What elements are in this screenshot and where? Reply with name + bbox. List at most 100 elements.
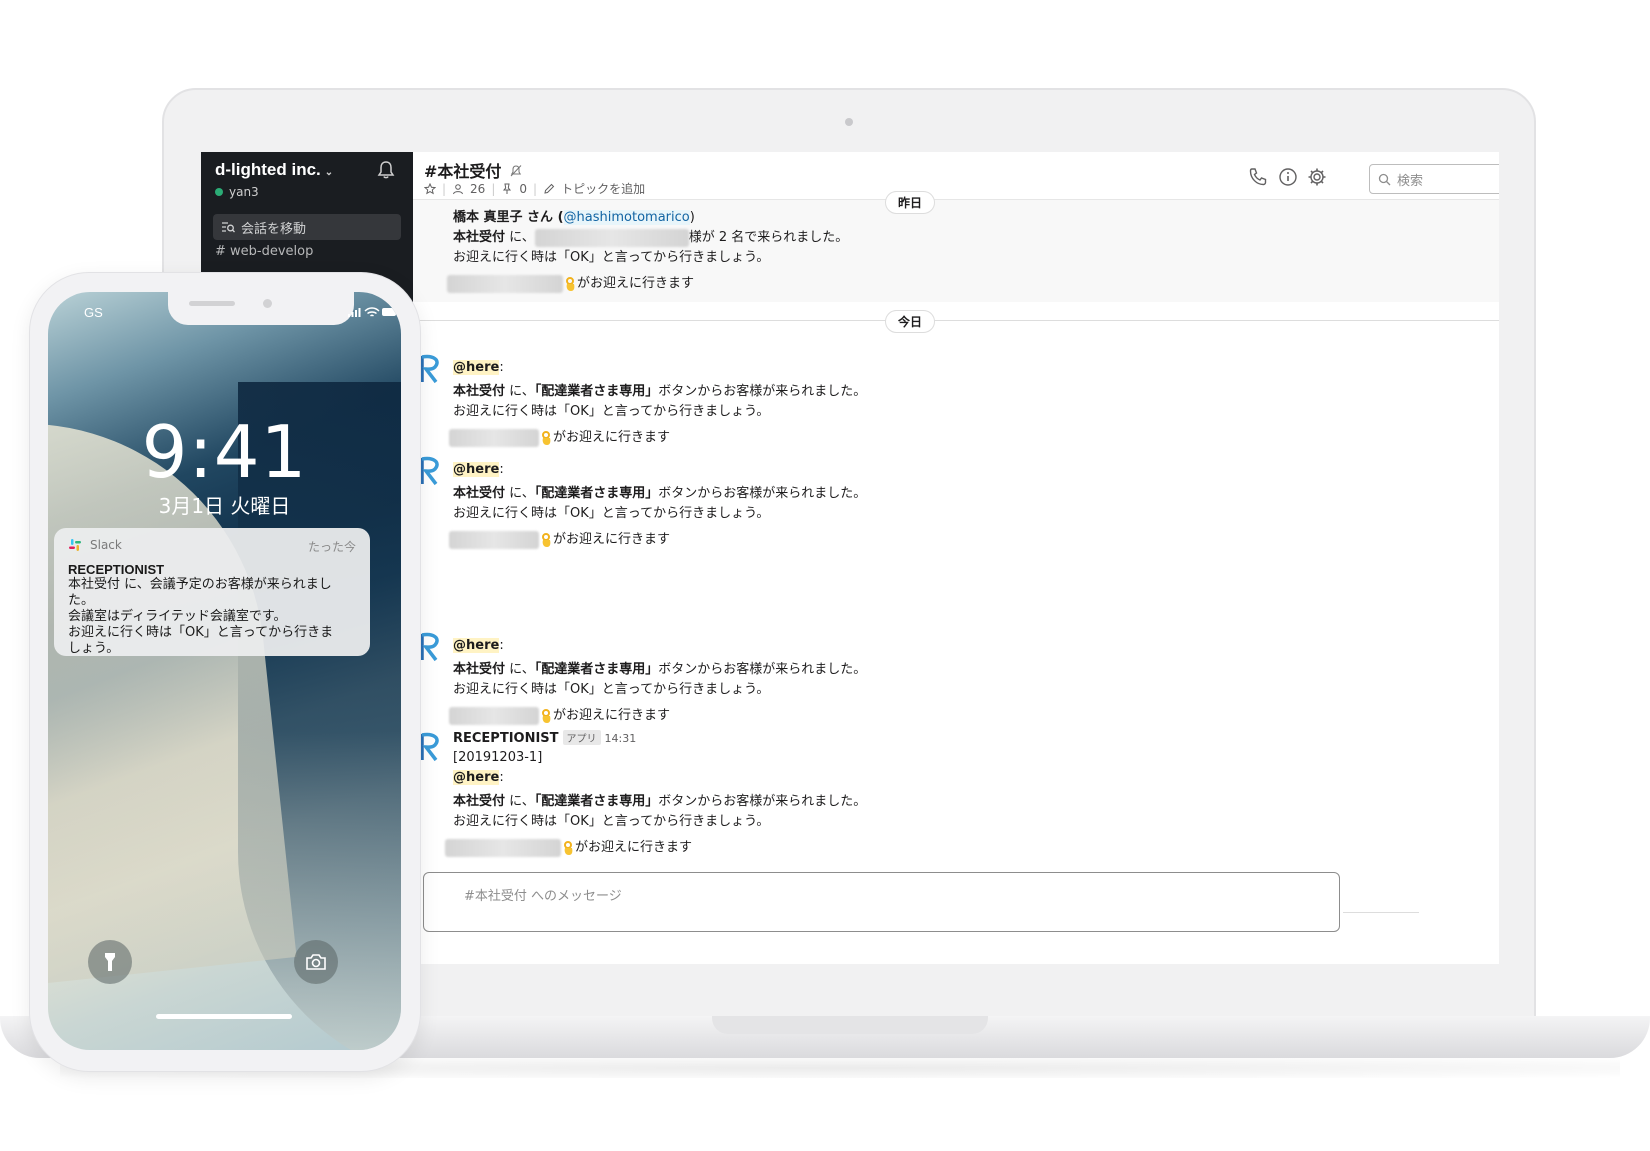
- flashlight-button[interactable]: [88, 940, 132, 984]
- camera-icon: [306, 954, 326, 970]
- redacted-name: [449, 530, 539, 549]
- button-ref: 「配達業者さま専用」: [534, 794, 659, 809]
- ok-hand-icon: [542, 708, 551, 723]
- phone-front-camera: [263, 299, 272, 308]
- text-fragment: :: [499, 360, 504, 375]
- button-ref: 「配達業者さま専用」: [534, 384, 659, 399]
- bell-icon[interactable]: [376, 160, 396, 180]
- workspace-switcher[interactable]: d-lighted inc. ⌄: [215, 160, 333, 180]
- text-fragment: 様が 2 名で来られました。: [688, 230, 849, 245]
- pin-count[interactable]: 0: [519, 182, 527, 196]
- channel-ref: 本社受付: [453, 486, 506, 501]
- message-text-line: 本社受付 に、「配達業者さま専用」ボタンからお客様が来られました。: [453, 790, 866, 809]
- channel-ref: 本社受付: [453, 384, 506, 399]
- jump-icon: [222, 222, 235, 233]
- chevron-down-icon: ⌄: [324, 167, 334, 178]
- info-icon[interactable]: [1277, 166, 1299, 188]
- ok-hand-icon: [542, 532, 551, 547]
- button-ref: 「配達業者さま専用」: [534, 486, 659, 501]
- receptionist-logo-icon[interactable]: [419, 632, 445, 662]
- text-fragment: ボタンからお客様が来られました。: [658, 662, 867, 677]
- channel-title[interactable]: #本社受付: [424, 158, 523, 182]
- day-divider-today[interactable]: 今日: [884, 310, 936, 333]
- message-here-line: @here:: [453, 638, 504, 653]
- reply-line: がお迎えに行きます: [449, 528, 670, 549]
- notification-time: たった今: [307, 540, 356, 554]
- workspace-name: d-lighted inc.: [215, 160, 321, 179]
- reply-line: がお迎えに行きます: [445, 836, 692, 857]
- pin-icon: [503, 183, 512, 194]
- member-count[interactable]: 26: [470, 182, 485, 196]
- text-fragment: ボタンからお客様が来られました。: [658, 794, 867, 809]
- receptionist-logo-icon[interactable]: [419, 456, 445, 486]
- channel-header: #本社受付 | 26 | 0 | トピックを追加 検索: [413, 152, 1499, 200]
- text-fragment: に、: [505, 794, 535, 809]
- here-mention[interactable]: @here: [453, 770, 500, 785]
- message-text-line: 本社受付 に、 様が 2 名で来られました。: [453, 226, 848, 247]
- user-name: yan3: [229, 185, 259, 199]
- carrier-label: GS: [84, 305, 103, 320]
- redacted-name: [449, 706, 539, 725]
- here-mention[interactable]: @here: [453, 462, 500, 477]
- ok-hand-icon: [542, 430, 551, 445]
- slack-logo-icon: [69, 539, 81, 551]
- text-fragment: :: [499, 638, 504, 653]
- gear-icon[interactable]: [1306, 166, 1328, 188]
- text-fragment: ボタンからお客様が来られました。: [658, 384, 867, 399]
- online-status-icon: [215, 188, 223, 196]
- laptop-notch: [712, 1016, 988, 1034]
- message-text-line: 本社受付 に、「配達業者さま専用」ボタンからお客様が来られました。: [453, 658, 866, 677]
- phone-icon[interactable]: [1247, 166, 1269, 188]
- message-mention-line: 橋本 真里子 さん (@hashimotomarico): [453, 206, 695, 225]
- app-badge: アプリ: [562, 730, 601, 745]
- message-text-line: 本社受付 に、「配達業者さま専用」ボタンからお客様が来られました。: [453, 482, 866, 501]
- channel-name: #本社受付: [424, 162, 502, 181]
- add-topic-link[interactable]: トピックを追加: [561, 180, 645, 197]
- camera-button[interactable]: [294, 940, 338, 984]
- notification-body: 本社受付 に、会議予定のお客様が来られました。 会議室はディライテッド会議室です…: [68, 577, 334, 656]
- message-input[interactable]: #本社受付 へのメッセージ: [423, 872, 1340, 932]
- redacted-name: [449, 428, 539, 447]
- message-text-line: お迎えに行く時は「OK」と言ってから行きましょう。: [453, 506, 770, 521]
- lock-date: 3月1日 火曜日: [158, 494, 291, 518]
- text-fragment: :: [499, 462, 504, 477]
- mention-link[interactable]: @hashimotomarico: [563, 210, 690, 225]
- text-fragment: に、: [505, 384, 535, 399]
- lock-screen: GS 9:41 3月1日 火曜日 Slack たった今 RECEPTIONIST…: [48, 292, 401, 1050]
- message-text-line: お迎えに行く時は「OK」と言ってから行きましょう。: [453, 682, 770, 697]
- receptionist-logo-icon[interactable]: [419, 732, 445, 762]
- phone-notch: [168, 292, 354, 325]
- notification-title: RECEPTIONIST: [68, 562, 165, 577]
- jump-to-label: 会話を移動: [241, 221, 307, 237]
- sidebar-item-web-develop[interactable]: # web-develop: [215, 244, 313, 259]
- search-placeholder: 検索: [1397, 173, 1424, 189]
- message-text-line: 本社受付 に、「配達業者さま専用」ボタンからお客様が来られました。: [453, 380, 866, 399]
- here-mention[interactable]: @here: [453, 360, 500, 375]
- here-mention[interactable]: @here: [453, 638, 500, 653]
- ok-hand-icon: [564, 840, 573, 855]
- reply-line: がお迎えに行きます: [447, 272, 694, 293]
- notification-card[interactable]: Slack たった今 RECEPTIONIST 本社受付 に、会議予定のお客様が…: [54, 528, 370, 656]
- channel-ref: 本社受付: [453, 230, 506, 245]
- message-list: 昨日 橋本 真里子 さん (@hashimotomarico) 本社受付 に、 様…: [413, 191, 1499, 910]
- sender-name[interactable]: RECEPTIONIST: [453, 731, 559, 746]
- message-text-line: お迎えに行く時は「OK」と言ってから行きましょう。: [453, 404, 770, 419]
- composer-edge: [1343, 912, 1419, 942]
- search-icon: [1378, 173, 1391, 185]
- reply-text: がお迎えに行きます: [575, 840, 693, 855]
- message-here-line: @here:: [453, 462, 504, 477]
- home-indicator[interactable]: [156, 1014, 292, 1019]
- message-text-line: お迎えに行く時は「OK」と言ってから行きましょう。: [453, 250, 770, 265]
- receptionist-logo-icon[interactable]: [419, 354, 445, 384]
- reply-text: がお迎えに行きます: [553, 708, 671, 723]
- channel-meta: | 26 | 0 | トピックを追加: [424, 180, 645, 197]
- text-fragment: :: [499, 770, 504, 785]
- message-time[interactable]: 14:31: [605, 732, 637, 745]
- star-icon[interactable]: [424, 182, 436, 195]
- day-divider-yesterday[interactable]: 昨日: [884, 191, 936, 214]
- channel-ref: 本社受付: [453, 662, 506, 677]
- current-user[interactable]: yan3: [215, 185, 259, 199]
- jump-to-button[interactable]: 会話を移動: [213, 214, 401, 240]
- person-icon: [453, 183, 464, 194]
- search-input[interactable]: 検索: [1369, 164, 1499, 194]
